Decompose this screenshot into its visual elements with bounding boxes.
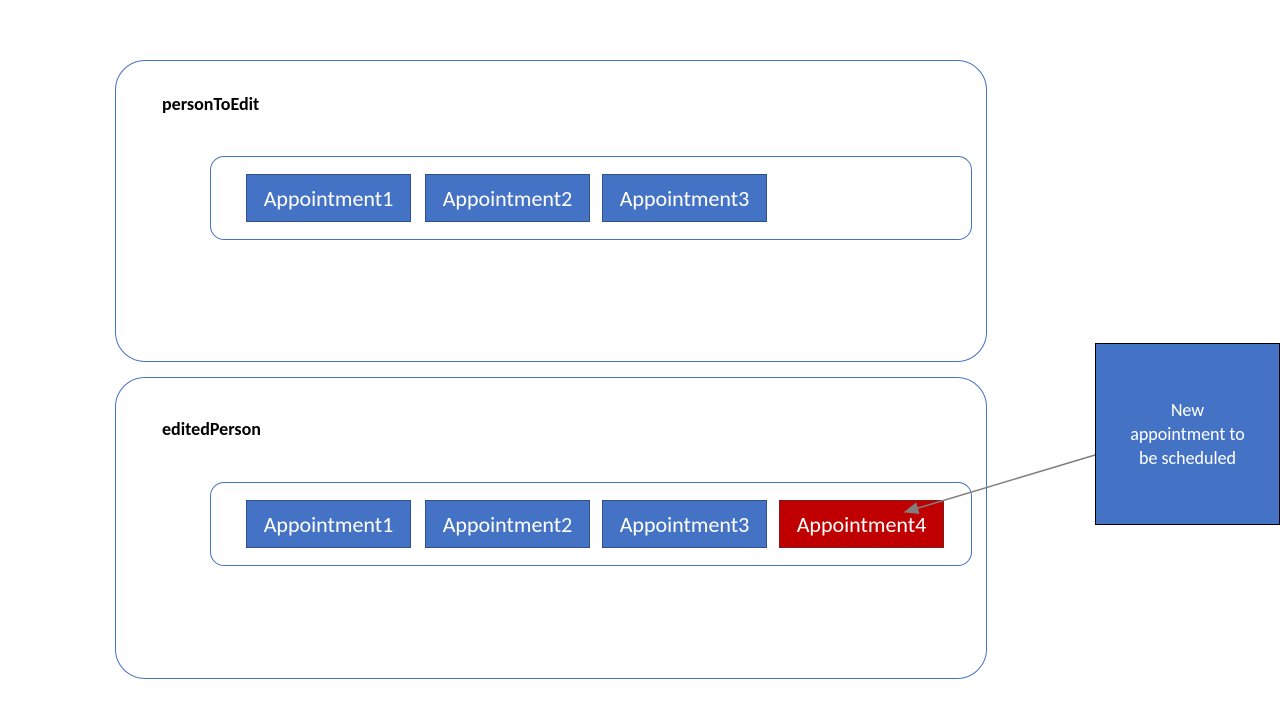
callout-line: be scheduled xyxy=(1139,447,1236,469)
appointment-box-new: Appointment4 xyxy=(779,500,944,548)
appointment-box: Appointment1 xyxy=(246,174,411,222)
callout-line: New xyxy=(1171,399,1204,421)
appointment-box: Appointment3 xyxy=(602,174,767,222)
callout-line: appointment to xyxy=(1130,423,1245,445)
person-to-edit-label: personToEdit xyxy=(162,93,259,115)
new-appointment-callout: New appointment to be scheduled xyxy=(1095,343,1280,525)
appointment-box: Appointment1 xyxy=(246,500,411,548)
edited-person-label: editedPerson xyxy=(162,418,261,440)
appointment-box: Appointment2 xyxy=(425,500,590,548)
appointment-box: Appointment2 xyxy=(425,174,590,222)
appointment-box: Appointment3 xyxy=(602,500,767,548)
